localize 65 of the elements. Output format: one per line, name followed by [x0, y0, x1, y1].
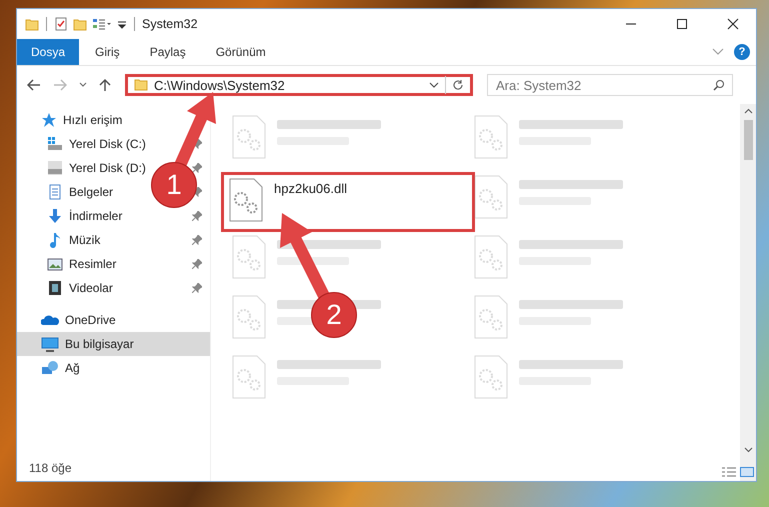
- sidebar-item[interactable]: Yerel Disk (D:): [17, 156, 150, 180]
- sidebar-item[interactable]: Hızlı erişim: [17, 108, 126, 132]
- gear-file-icon: [473, 114, 509, 160]
- gear-file-icon: [231, 234, 267, 280]
- film-icon: [47, 280, 63, 296]
- pin-icon[interactable]: [192, 139, 202, 149]
- gear-file-icon: [473, 174, 509, 220]
- sidebar-item[interactable]: İndirmeler: [17, 204, 126, 228]
- details-view-icon[interactable]: [722, 467, 736, 477]
- sidebar-item[interactable]: OneDrive: [17, 308, 120, 332]
- pin-icon[interactable]: [192, 235, 202, 245]
- gear-file-icon: [231, 294, 267, 340]
- folder-icon[interactable]: [25, 17, 39, 31]
- up-arrow-icon[interactable]: [99, 78, 111, 92]
- star-icon: [41, 112, 57, 128]
- pin-icon[interactable]: [192, 259, 202, 269]
- sidebar-item[interactable]: Videolar: [17, 276, 117, 300]
- gear-file-icon: [473, 354, 509, 400]
- sidebar-item[interactable]: Resimler: [17, 252, 120, 276]
- ribbon-tab[interactable]: Paylaş: [136, 39, 200, 65]
- drive-icon: [47, 160, 63, 176]
- properties-icon[interactable]: [54, 17, 68, 31]
- scrollbar-thumb[interactable]: [744, 120, 752, 160]
- download-arrow-icon: [47, 208, 63, 224]
- close-icon[interactable]: [727, 18, 739, 30]
- tiles-view-icon[interactable]: [740, 467, 754, 477]
- sidebar-item[interactable]: Yerel Disk (C:): [17, 132, 150, 156]
- pin-icon[interactable]: [192, 283, 202, 293]
- document-icon: [47, 184, 63, 200]
- folder-icon: [134, 79, 148, 91]
- network-icon: [41, 360, 59, 376]
- item-count: 118 öğe: [28, 461, 72, 477]
- ribbon-tab[interactable]: Giriş: [81, 39, 134, 65]
- gear-file-icon: [231, 114, 267, 160]
- gear-file-icon: [473, 294, 509, 340]
- view-options-icon[interactable]: [92, 17, 112, 31]
- chevron-down-icon[interactable]: [429, 82, 439, 88]
- pin-icon[interactable]: [192, 163, 202, 173]
- file-tile[interactable]: hpz2ku06.dll: [221, 172, 475, 232]
- window-title: System32: [142, 17, 198, 31]
- chevron-down-icon[interactable]: [79, 82, 87, 88]
- picture-icon: [47, 256, 63, 272]
- sidebar-item[interactable]: Ağ: [17, 356, 84, 380]
- refresh-icon[interactable]: [452, 79, 464, 91]
- back-arrow-icon[interactable]: [27, 79, 41, 91]
- ribbon-tab[interactable]: Görünüm: [202, 39, 280, 65]
- gear-file-icon: [228, 177, 264, 223]
- gear-file-icon: [473, 234, 509, 280]
- drive-icon: [47, 136, 63, 152]
- gear-file-icon: [231, 354, 267, 400]
- address-field[interactable]: C:\Windows\System32: [125, 74, 473, 96]
- scroll-down-icon[interactable]: [744, 447, 752, 453]
- ribbon-tab[interactable]: Dosya: [17, 39, 80, 65]
- sidebar-item[interactable]: Müzik: [17, 228, 104, 252]
- search-field[interactable]: Ara: System32: [487, 74, 733, 96]
- sidebar-item[interactable]: Belgeler: [17, 180, 118, 204]
- pin-icon[interactable]: [192, 211, 202, 221]
- sidebar-item[interactable]: Bu bilgisayar: [17, 332, 210, 356]
- maximize-icon[interactable]: [676, 18, 688, 30]
- search-icon[interactable]: [713, 79, 725, 91]
- help-button[interactable]: ?: [734, 44, 750, 60]
- new-folder-icon[interactable]: [73, 17, 87, 31]
- monitor-icon: [41, 336, 59, 352]
- scroll-up-icon[interactable]: [744, 108, 752, 114]
- scrollbar[interactable]: [740, 104, 756, 481]
